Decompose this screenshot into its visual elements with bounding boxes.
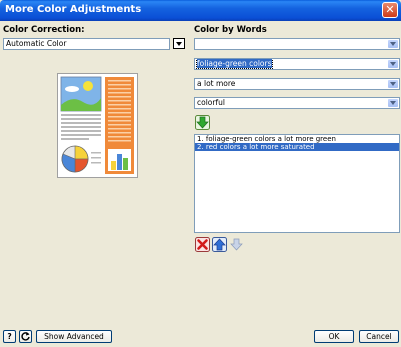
chevron-down-icon	[388, 60, 398, 68]
cancel-button[interactable]: Cancel	[359, 330, 399, 343]
move-down-icon	[230, 238, 243, 251]
color-word-select-2-value: foliage-green colors	[196, 59, 273, 69]
color-correction-dropdown-button[interactable]	[173, 38, 185, 49]
color-word-select-1[interactable]	[194, 38, 400, 50]
color-word-select-4[interactable]: colorful	[194, 97, 400, 109]
chevron-down-icon	[388, 99, 398, 107]
color-correction-value: Automatic Color	[6, 39, 67, 48]
color-word-select-3-value: a lot more	[197, 79, 236, 88]
preview-illustration	[60, 76, 134, 174]
help-label: ?	[7, 332, 12, 341]
move-up-button[interactable]	[212, 237, 227, 252]
chevron-down-icon	[388, 80, 398, 88]
show-advanced-button[interactable]: Show Advanced	[36, 330, 112, 343]
color-correction-select[interactable]: Automatic Color	[3, 38, 170, 50]
green-down-arrow-icon	[195, 115, 210, 130]
add-to-list-button[interactable]	[195, 115, 210, 130]
title-bar[interactable]: More Color Adjustments ✕	[0, 0, 401, 21]
color-word-select-2[interactable]: foliage-green colors	[194, 58, 400, 70]
close-button[interactable]: ✕	[382, 2, 398, 18]
list-item[interactable]: 1. foliage-green colors a lot more green	[195, 135, 399, 143]
color-correction-label: Color Correction:	[3, 25, 85, 35]
move-down-button[interactable]	[229, 237, 244, 252]
ok-button[interactable]: OK	[314, 330, 354, 343]
color-by-words-label: Color by Words	[194, 25, 267, 35]
ok-label: OK	[328, 332, 340, 341]
color-word-select-3[interactable]: a lot more	[194, 78, 400, 90]
move-up-icon	[212, 237, 227, 252]
delete-icon	[195, 237, 210, 252]
close-icon: ✕	[385, 3, 395, 16]
document-preview	[57, 73, 138, 178]
list-item[interactable]: 2. red colors a lot more saturated	[195, 143, 399, 151]
chevron-down-icon	[388, 40, 398, 48]
window-title: More Color Adjustments	[5, 4, 142, 15]
color-word-select-4-value: colorful	[197, 98, 225, 107]
adjustment-list[interactable]: 1. foliage-green colors a lot more green…	[194, 134, 400, 233]
show-advanced-label: Show Advanced	[44, 332, 104, 341]
cancel-label: Cancel	[366, 332, 392, 341]
help-button[interactable]: ?	[3, 330, 16, 343]
reset-button[interactable]	[19, 330, 32, 343]
delete-item-button[interactable]	[195, 237, 210, 252]
reset-icon	[21, 332, 30, 341]
